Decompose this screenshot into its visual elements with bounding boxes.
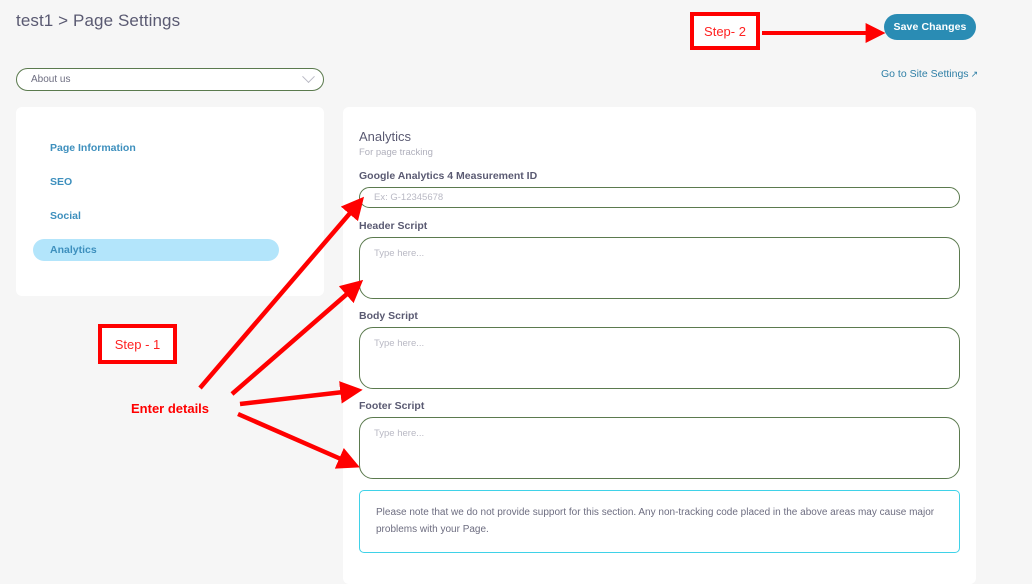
arrow-to-footer-script-textarea <box>238 414 350 463</box>
analytics-subheading: For page tracking <box>359 147 960 158</box>
sidebar-item-page-information[interactable]: Page Information <box>33 137 279 159</box>
page-select-value: About us <box>31 74 304 85</box>
support-note-text: Please note that we do not provide suppo… <box>376 505 943 538</box>
page-title: test1 > Page Settings <box>16 11 180 31</box>
save-changes-button[interactable]: Save Changes <box>884 14 976 40</box>
chevron-down-icon <box>302 70 315 83</box>
support-note-box: Please note that we do not provide suppo… <box>359 490 960 553</box>
step-2-annotation: Step- 2 <box>690 12 760 50</box>
go-to-site-settings-link[interactable]: Go to Site Settings↗ <box>881 68 978 80</box>
sidebar-item-social[interactable]: Social <box>33 205 279 227</box>
page-select-dropdown[interactable]: About us <box>16 68 324 91</box>
sidebar-item-seo[interactable]: SEO <box>33 171 279 193</box>
input-body-script[interactable] <box>359 327 960 389</box>
sidebar-item-label: Page Information <box>50 142 136 154</box>
analytics-heading: Analytics <box>359 129 960 144</box>
enter-details-annotation: Enter details <box>131 401 209 416</box>
arrow-to-body-script-textarea <box>240 391 352 404</box>
analytics-fields: Google Analytics 4 Measurement ID Header … <box>359 170 960 479</box>
sidebar-item-analytics[interactable]: Analytics <box>33 239 279 261</box>
label-header-script: Header Script <box>359 220 960 232</box>
go-to-site-settings-label: Go to Site Settings <box>881 68 969 80</box>
label-body-script: Body Script <box>359 310 960 322</box>
settings-sidebar: Page Information SEO Social Analytics <box>16 107 324 296</box>
external-link-arrow-icon: ↗ <box>971 69 979 79</box>
input-header-script[interactable] <box>359 237 960 299</box>
analytics-panel: Analytics For page tracking Google Analy… <box>343 107 976 584</box>
sidebar-item-label: SEO <box>50 176 72 188</box>
arrow-to-header-script-textarea <box>232 287 355 394</box>
sidebar-item-label: Analytics <box>50 244 97 256</box>
input-footer-script[interactable] <box>359 417 960 479</box>
step-1-annotation: Step - 1 <box>98 324 177 364</box>
sidebar-item-label: Social <box>50 210 81 222</box>
input-google-analytics-4-measurement-id[interactable] <box>359 187 960 208</box>
label-footer-script: Footer Script <box>359 400 960 412</box>
label-google-analytics-4-measurement-id: Google Analytics 4 Measurement ID <box>359 170 960 182</box>
